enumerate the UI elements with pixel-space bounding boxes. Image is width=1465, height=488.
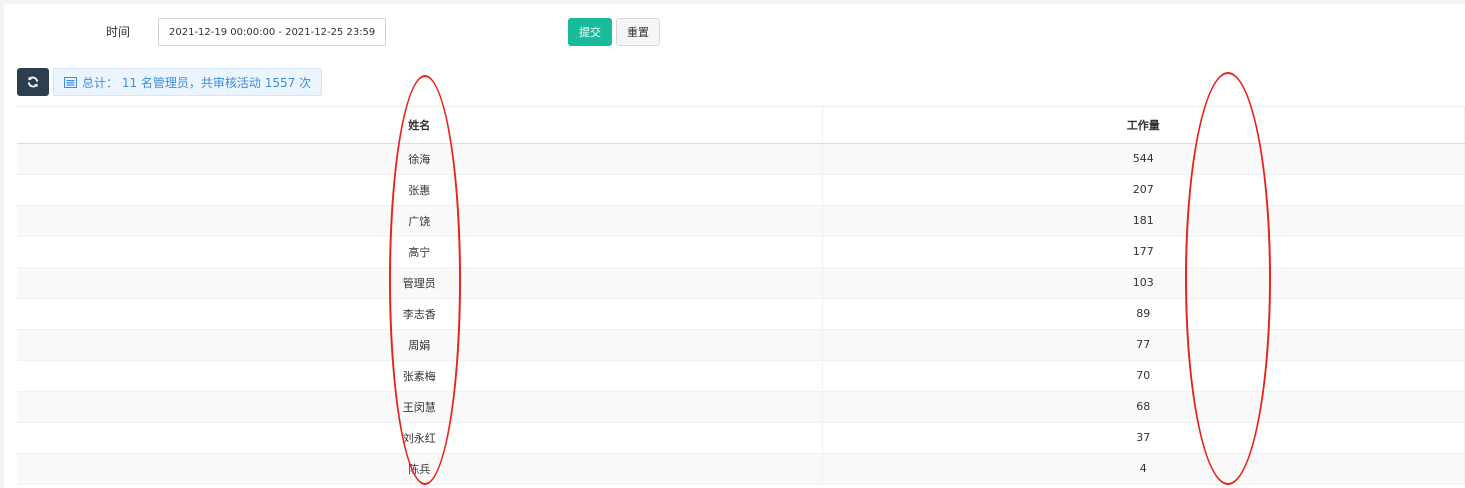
refresh-button[interactable]: [17, 68, 49, 96]
workload-table: 姓名 工作量 徐海 544 张惠 207 广饶 181 高宁 177 管理员 103 李志…: [17, 106, 1465, 485]
table-row: 周娟 77: [17, 329, 1465, 361]
cell-workload: 544: [822, 143, 1465, 175]
cell-name: 张素梅: [17, 360, 823, 392]
cell-name: 高宁: [17, 236, 823, 268]
table-row: 徐海 544: [17, 143, 1465, 175]
cell-workload: 4: [822, 453, 1465, 485]
date-range-input[interactable]: [158, 18, 386, 46]
filter-row: 时间 提交 重置: [4, 16, 1465, 48]
cell-name: 王闵慧: [17, 391, 823, 423]
cell-workload: 177: [822, 236, 1465, 268]
cell-name: 徐海: [17, 143, 823, 175]
reset-button[interactable]: 重置: [616, 18, 660, 46]
cell-name: 广饶: [17, 205, 823, 237]
submit-button[interactable]: 提交: [568, 18, 612, 46]
table-row: 陈兵 4: [17, 453, 1465, 485]
cell-workload: 68: [822, 391, 1465, 423]
cell-name: 张惠: [17, 174, 823, 206]
table-row: 李志香 89: [17, 298, 1465, 330]
cell-name: 周娟: [17, 329, 823, 361]
table-row: 高宁 177: [17, 236, 1465, 268]
list-icon: [64, 76, 77, 88]
summary-text: 总计： 11 名管理员，共审核活动 1557 次: [82, 75, 312, 90]
cell-workload: 103: [822, 267, 1465, 299]
table-header-row: 姓名 工作量: [17, 107, 1465, 144]
table-row: 广饶 181: [17, 205, 1465, 237]
toolbar: 总计： 11 名管理员，共审核活动 1557 次: [17, 67, 717, 97]
cell-workload: 37: [822, 422, 1465, 454]
cell-workload: 70: [822, 360, 1465, 392]
cell-name: 刘永红: [17, 422, 823, 454]
cell-name: 陈兵: [17, 453, 823, 485]
cell-name: 管理员: [17, 267, 823, 299]
column-header-workload[interactable]: 工作量: [822, 107, 1465, 144]
time-filter-label: 时间: [106, 25, 131, 39]
cell-workload: 77: [822, 329, 1465, 361]
cell-workload: 207: [822, 174, 1465, 206]
cell-workload: 181: [822, 205, 1465, 237]
table-row: 管理员 103: [17, 267, 1465, 299]
refresh-icon: [27, 76, 39, 88]
main-panel: 时间 提交 重置 总计： 11 名管理员，共审核活动 1557 次: [4, 4, 1465, 488]
table-row: 张素梅 70: [17, 360, 1465, 392]
cell-name: 李志香: [17, 298, 823, 330]
column-header-name[interactable]: 姓名: [17, 107, 823, 144]
summary-badge: 总计： 11 名管理员，共审核活动 1557 次: [53, 68, 323, 96]
table-row: 刘永红 37: [17, 422, 1465, 454]
table-row: 王闵慧 68: [17, 391, 1465, 423]
table-row: 张惠 207: [17, 174, 1465, 206]
cell-workload: 89: [822, 298, 1465, 330]
